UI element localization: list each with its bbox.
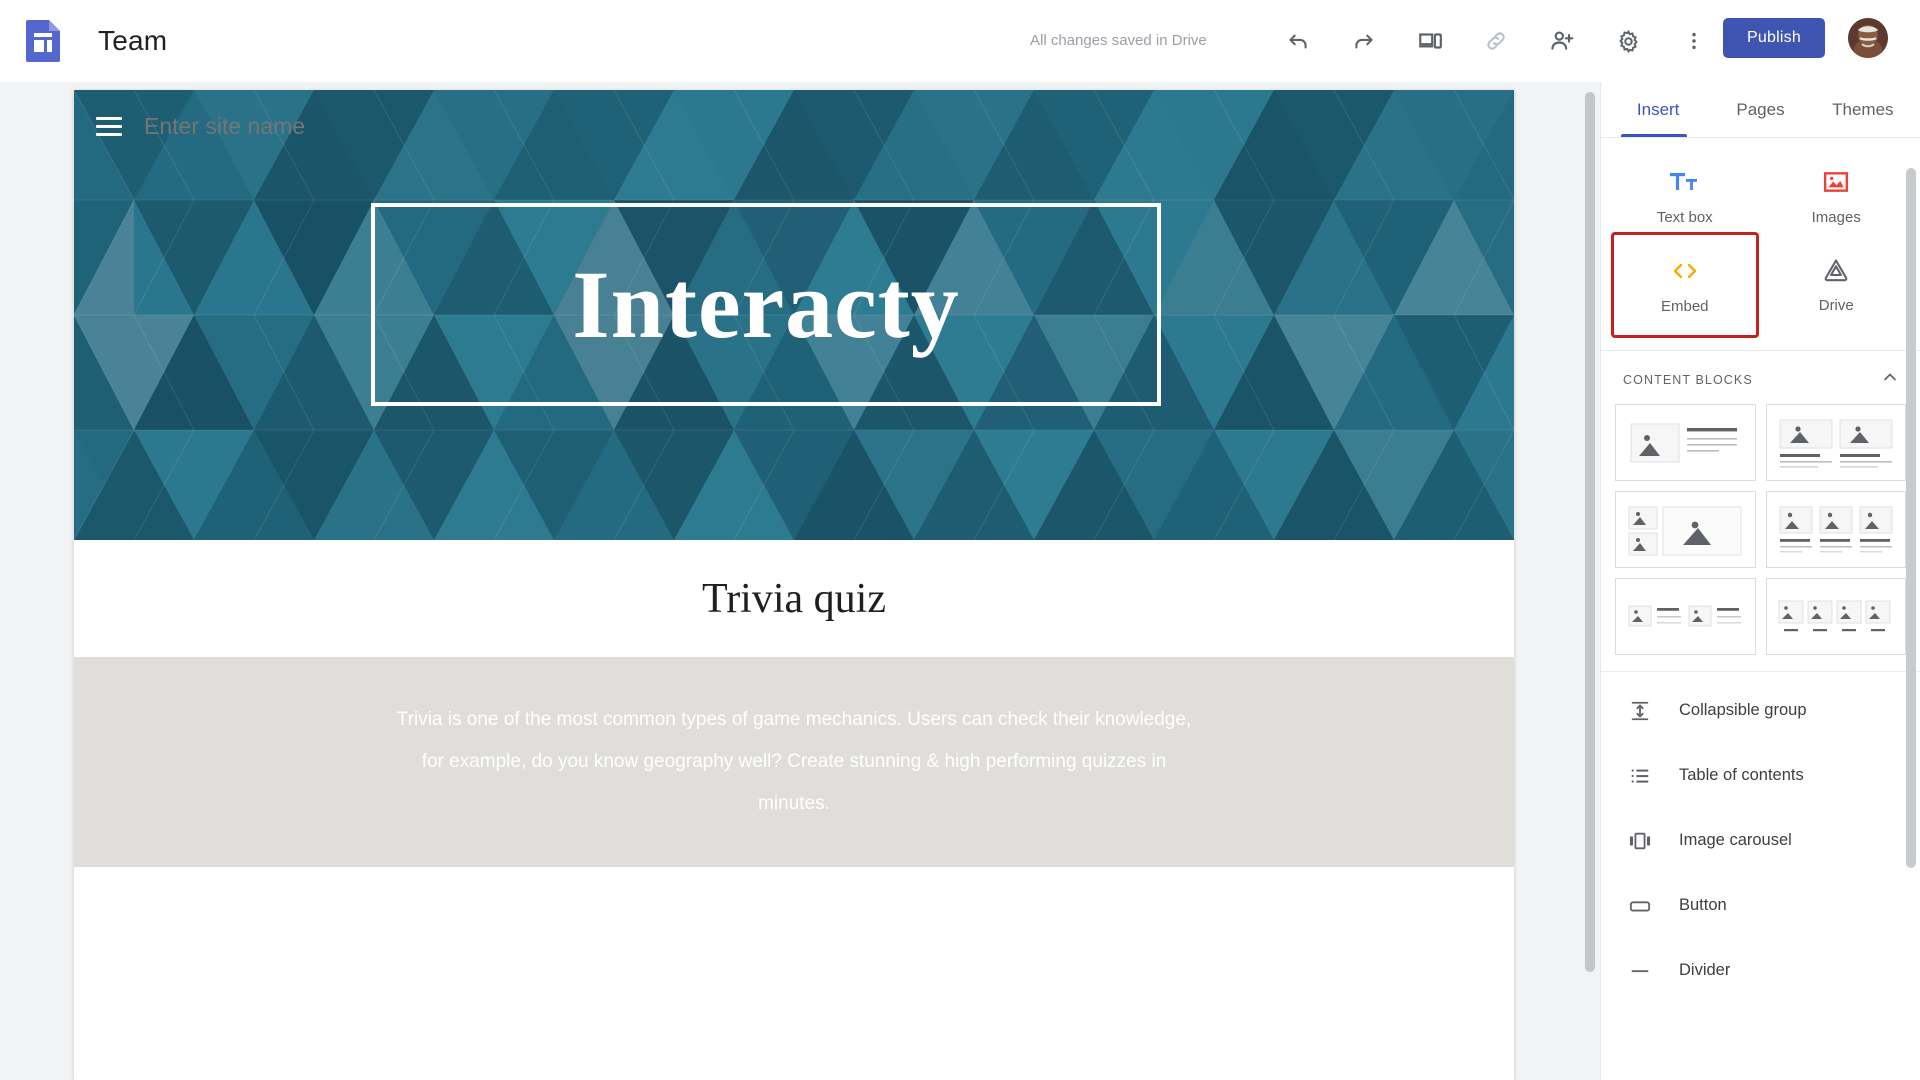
canvas-scrollbar-thumb[interactable]: [1585, 92, 1595, 972]
tab-pages[interactable]: Pages: [1709, 82, 1811, 138]
insert-collapsible-group-item[interactable]: Collapsible group: [1601, 678, 1920, 743]
section-body-block[interactable]: Trivia is one of the most common types o…: [74, 657, 1514, 867]
insert-images-label: Images: [1811, 208, 1861, 226]
images-icon: [1823, 167, 1849, 197]
hero-title: Interacty: [572, 250, 960, 358]
insert-embed-button[interactable]: Embed: [1611, 232, 1759, 338]
toolbar-icon-group: [1265, 16, 1727, 66]
image-carousel-icon: [1627, 830, 1653, 852]
site-preview: Interacty Trivia quiz Trivia is one of t…: [74, 90, 1514, 1080]
insert-table-of-contents-label: Table of contents: [1679, 766, 1804, 784]
tab-active-indicator: [1621, 134, 1687, 137]
tab-insert[interactable]: Insert: [1607, 82, 1709, 138]
site-hero-banner[interactable]: Interacty: [74, 90, 1514, 540]
panel-tab-bar: Insert Pages Themes: [1601, 82, 1920, 138]
collapsible-group-icon: [1627, 700, 1653, 722]
divider-icon: [1627, 960, 1653, 982]
section-heading-block[interactable]: Trivia quiz: [74, 540, 1514, 657]
insert-embed-label: Embed: [1660, 297, 1709, 315]
insert-side-panel: Insert Pages Themes Text box Images Embe…: [1600, 82, 1920, 1080]
block-two-small-image-text-pairs[interactable]: [1615, 578, 1756, 655]
insert-text-box-label: Text box: [1656, 208, 1713, 226]
redo-icon[interactable]: [1331, 16, 1397, 66]
save-status: All changes saved in Drive: [1030, 32, 1207, 49]
add-person-icon[interactable]: [1529, 16, 1595, 66]
drive-icon: [1823, 255, 1849, 285]
site-nav-bar: [96, 112, 564, 141]
button-icon: [1627, 895, 1653, 917]
insert-table-of-contents-item[interactable]: Table of contents: [1601, 743, 1920, 808]
gear-icon[interactable]: [1595, 16, 1661, 66]
insert-image-carousel-item[interactable]: Image carousel: [1601, 808, 1920, 873]
chevron-up-icon[interactable]: [1880, 367, 1900, 392]
insert-text-box-button[interactable]: Text box: [1609, 152, 1761, 240]
insert-button-label: Button: [1679, 896, 1727, 914]
content-blocks-header[interactable]: CONTENT BLOCKS: [1601, 350, 1920, 404]
panel-scrollbar-thumb[interactable]: [1906, 168, 1916, 868]
insert-images-button[interactable]: Images: [1761, 152, 1913, 240]
page-title[interactable]: Team: [98, 25, 167, 57]
table-of-contents-icon: [1627, 765, 1653, 787]
section-heading-text: Trivia quiz: [702, 575, 886, 622]
site-canvas: Interacty Trivia quiz Trivia is one of t…: [0, 82, 1600, 1080]
canvas-scrollbar[interactable]: [1584, 92, 1596, 1070]
insert-quick-actions: Text box Images Embed Drive: [1601, 138, 1920, 342]
hamburger-menu-icon[interactable]: [96, 112, 122, 141]
user-avatar[interactable]: [1848, 18, 1888, 58]
section-empty-block[interactable]: [74, 867, 1514, 1080]
section-body-text: Trivia is one of the most common types o…: [396, 709, 1192, 814]
block-three-images-with-text[interactable]: [1765, 491, 1906, 568]
content-blocks-grid: [1601, 404, 1920, 655]
text-box-icon: [1669, 167, 1700, 197]
block-four-images-with-captions[interactable]: [1765, 578, 1906, 655]
block-two-images-with-text[interactable]: [1765, 404, 1906, 481]
insert-element-list: Collapsible group Table of contents Imag…: [1601, 671, 1920, 1003]
insert-divider-label: Divider: [1679, 961, 1731, 979]
top-toolbar: Team All changes saved in Drive Publish: [0, 0, 1920, 82]
insert-drive-label: Drive: [1818, 296, 1854, 314]
insert-button-item[interactable]: Button: [1601, 873, 1920, 938]
link-icon[interactable]: [1463, 16, 1529, 66]
insert-drive-button[interactable]: Drive: [1761, 240, 1913, 328]
insert-divider-item[interactable]: Divider: [1601, 938, 1920, 1003]
content-blocks-title: CONTENT BLOCKS: [1623, 372, 1753, 387]
more-vert-icon[interactable]: [1661, 16, 1727, 66]
tab-themes[interactable]: Themes: [1812, 82, 1914, 138]
hero-title-frame[interactable]: Interacty: [371, 203, 1161, 406]
block-image-left-text-right[interactable]: [1615, 404, 1756, 481]
site-name-input[interactable]: [144, 113, 564, 140]
embed-code-icon: [1670, 256, 1700, 286]
insert-image-carousel-label: Image carousel: [1679, 831, 1792, 849]
publish-button[interactable]: Publish: [1723, 18, 1825, 58]
insert-collapsible-group-label: Collapsible group: [1679, 701, 1807, 719]
google-sites-logo-icon[interactable]: [22, 19, 64, 62]
preview-icon[interactable]: [1397, 16, 1463, 66]
undo-icon[interactable]: [1265, 16, 1331, 66]
block-two-small-one-large-image[interactable]: [1615, 491, 1756, 568]
